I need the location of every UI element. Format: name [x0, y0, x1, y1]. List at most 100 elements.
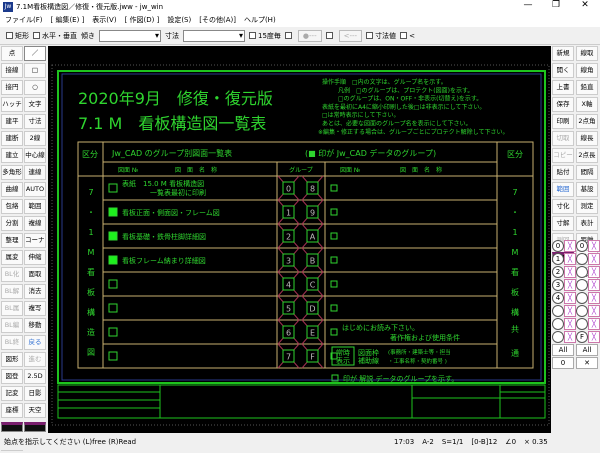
status-layer[interactable]: [0-B]12 [467, 438, 501, 446]
tool-button[interactable]: 基設 [576, 182, 598, 197]
tool-button[interactable]: 開く [552, 63, 574, 78]
menu-item[interactable]: 設定(S) [167, 15, 191, 25]
layer-group-button[interactable]: F [576, 331, 588, 343]
tool-button[interactable]: 点 [1, 46, 23, 61]
tool-button[interactable]: 移動 [24, 318, 46, 333]
tool-button[interactable]: 記変 [1, 386, 23, 401]
arrow-checkbox[interactable] [325, 32, 333, 39]
tool-button[interactable]: 整理 [1, 233, 23, 248]
layer-all-button[interactable]: All [552, 344, 574, 356]
layer-group-button[interactable] [576, 305, 588, 317]
deg15-checkbox[interactable]: 15度毎 [249, 31, 281, 41]
layer-group-toggle[interactable]: ╳ [588, 292, 600, 304]
layer-group-button[interactable] [576, 318, 588, 330]
layer-toggle[interactable]: ╳ [564, 292, 576, 304]
tool-button[interactable]: 複写 [24, 301, 46, 316]
dim-combo[interactable] [183, 29, 245, 42]
layer-toggle[interactable]: ╳ [564, 253, 576, 265]
tool-button[interactable]: 新規 [552, 46, 574, 61]
tool-button[interactable]: 寸法 [24, 114, 46, 129]
tool-button[interactable]: 保存 [552, 97, 574, 112]
tool-button[interactable]: 包絡 [1, 199, 23, 214]
status-angle[interactable]: ∠0 [501, 438, 520, 446]
tool-button[interactable]: 建断 [1, 131, 23, 146]
layer-toggle[interactable]: ╳ [564, 331, 576, 343]
layer-toggle[interactable]: ╳ [564, 240, 576, 252]
tool-button[interactable]: 測定 [576, 199, 598, 214]
tool-button[interactable]: AUTO [24, 182, 46, 197]
layer-button[interactable]: 0 [552, 240, 564, 252]
tool-button[interactable]: BL編 [1, 318, 23, 333]
tool-button[interactable]: 天空 [24, 403, 46, 418]
tool-button[interactable]: 消去 [24, 284, 46, 299]
tool-button[interactable]: 2点長 [576, 148, 598, 163]
tool-button[interactable]: 範囲 [24, 199, 46, 214]
tool-button[interactable]: ○ [24, 80, 46, 95]
layer-toggle[interactable]: ╳ [564, 305, 576, 317]
tool-button[interactable]: 2.5D [24, 369, 46, 384]
slope-combo[interactable] [99, 29, 161, 42]
layer-zero-button[interactable]: 0 [552, 357, 574, 369]
tool-button[interactable]: 間隔 [576, 165, 598, 180]
tool-button[interactable]: 座標 [1, 403, 23, 418]
tool-button[interactable]: 曲線 [1, 182, 23, 197]
tool-button[interactable]: 寸解 [552, 216, 574, 231]
menu-item[interactable]: ファイル(F) [5, 15, 43, 25]
tool-button[interactable]: 進む [24, 352, 46, 367]
tool-button[interactable]: 表計 [576, 216, 598, 231]
minimize-button[interactable]: — [518, 0, 538, 10]
tool-button[interactable]: BL化 [1, 267, 23, 282]
layer-toggle[interactable]: ╳ [564, 279, 576, 291]
tool-button[interactable]: 接線 [1, 63, 23, 78]
layer-button[interactable]: 3 [552, 279, 564, 291]
tool-button[interactable]: 鉛直 [576, 80, 598, 95]
tool-button[interactable]: BL属 [1, 301, 23, 316]
tool-button[interactable]: 線長 [576, 131, 598, 146]
layer-button[interactable]: 4 [552, 292, 564, 304]
layer-button[interactable]: 1 [552, 253, 564, 265]
layer-group-toggle[interactable]: ╳ [588, 266, 600, 278]
tool-button[interactable]: 分割 [1, 216, 23, 231]
tool-button[interactable]: 連線 [24, 165, 46, 180]
hv-checkbox[interactable]: 水平・垂直 [33, 31, 77, 41]
layer-button[interactable] [552, 331, 564, 343]
tool-button[interactable]: 接円 [1, 80, 23, 95]
tool-button[interactable]: 建平 [1, 114, 23, 129]
menu-item[interactable]: [ 編集(E) ] [51, 15, 85, 25]
menu-item[interactable]: [ 作図(D) ] [125, 15, 160, 25]
tool-button[interactable]: 切取 [552, 131, 574, 146]
status-scale[interactable]: S=1/1 [438, 438, 468, 446]
tool-button[interactable]: BL終 [1, 335, 23, 350]
maximize-button[interactable]: ❐ [546, 0, 566, 10]
group-all-button[interactable]: All [576, 344, 598, 356]
tool-button[interactable]: BL解 [1, 284, 23, 299]
layer-button[interactable] [552, 305, 564, 317]
layer-group-toggle[interactable]: ╳ [588, 318, 600, 330]
line-color-swatch[interactable] [24, 422, 46, 432]
tool-button[interactable]: 多角形 [1, 165, 23, 180]
rect-checkbox[interactable]: 矩形 [6, 31, 29, 41]
dot-checkbox[interactable] [284, 32, 292, 39]
menu-item[interactable]: ヘルプ(H) [244, 15, 276, 25]
tool-button[interactable]: 線角 [576, 63, 598, 78]
status-paper[interactable]: A-2 [418, 438, 438, 446]
dot-button[interactable]: ●--- [297, 29, 322, 42]
tool-button[interactable]: 貼付 [552, 165, 574, 180]
tool-button[interactable]: 建立 [1, 148, 23, 163]
tool-button[interactable]: 図形 [1, 352, 23, 367]
tool-button[interactable]: 図登 [1, 369, 23, 384]
tool-button[interactable]: ／ [24, 46, 46, 61]
tool-button[interactable]: X軸 [576, 97, 598, 112]
line-color-swatch[interactable] [1, 422, 23, 432]
menu-item[interactable]: 表示(V) [92, 15, 116, 25]
tool-button[interactable]: 戻る [24, 335, 46, 350]
tool-button[interactable]: 2線 [24, 131, 46, 146]
drawing-canvas[interactable]: 2020年9月 修復・復元版 7.1 M 看板構造図一覧表 操作手順 □内の文字… [48, 46, 551, 433]
close-button[interactable]: ✕ [575, 0, 595, 10]
tool-button[interactable]: □ [24, 63, 46, 78]
lt-checkbox[interactable]: < [400, 32, 415, 40]
tool-button[interactable]: 上書 [552, 80, 574, 95]
tool-button[interactable]: 属変 [1, 250, 23, 265]
tool-button[interactable]: 印刷 [552, 114, 574, 129]
layer-button[interactable] [552, 318, 564, 330]
